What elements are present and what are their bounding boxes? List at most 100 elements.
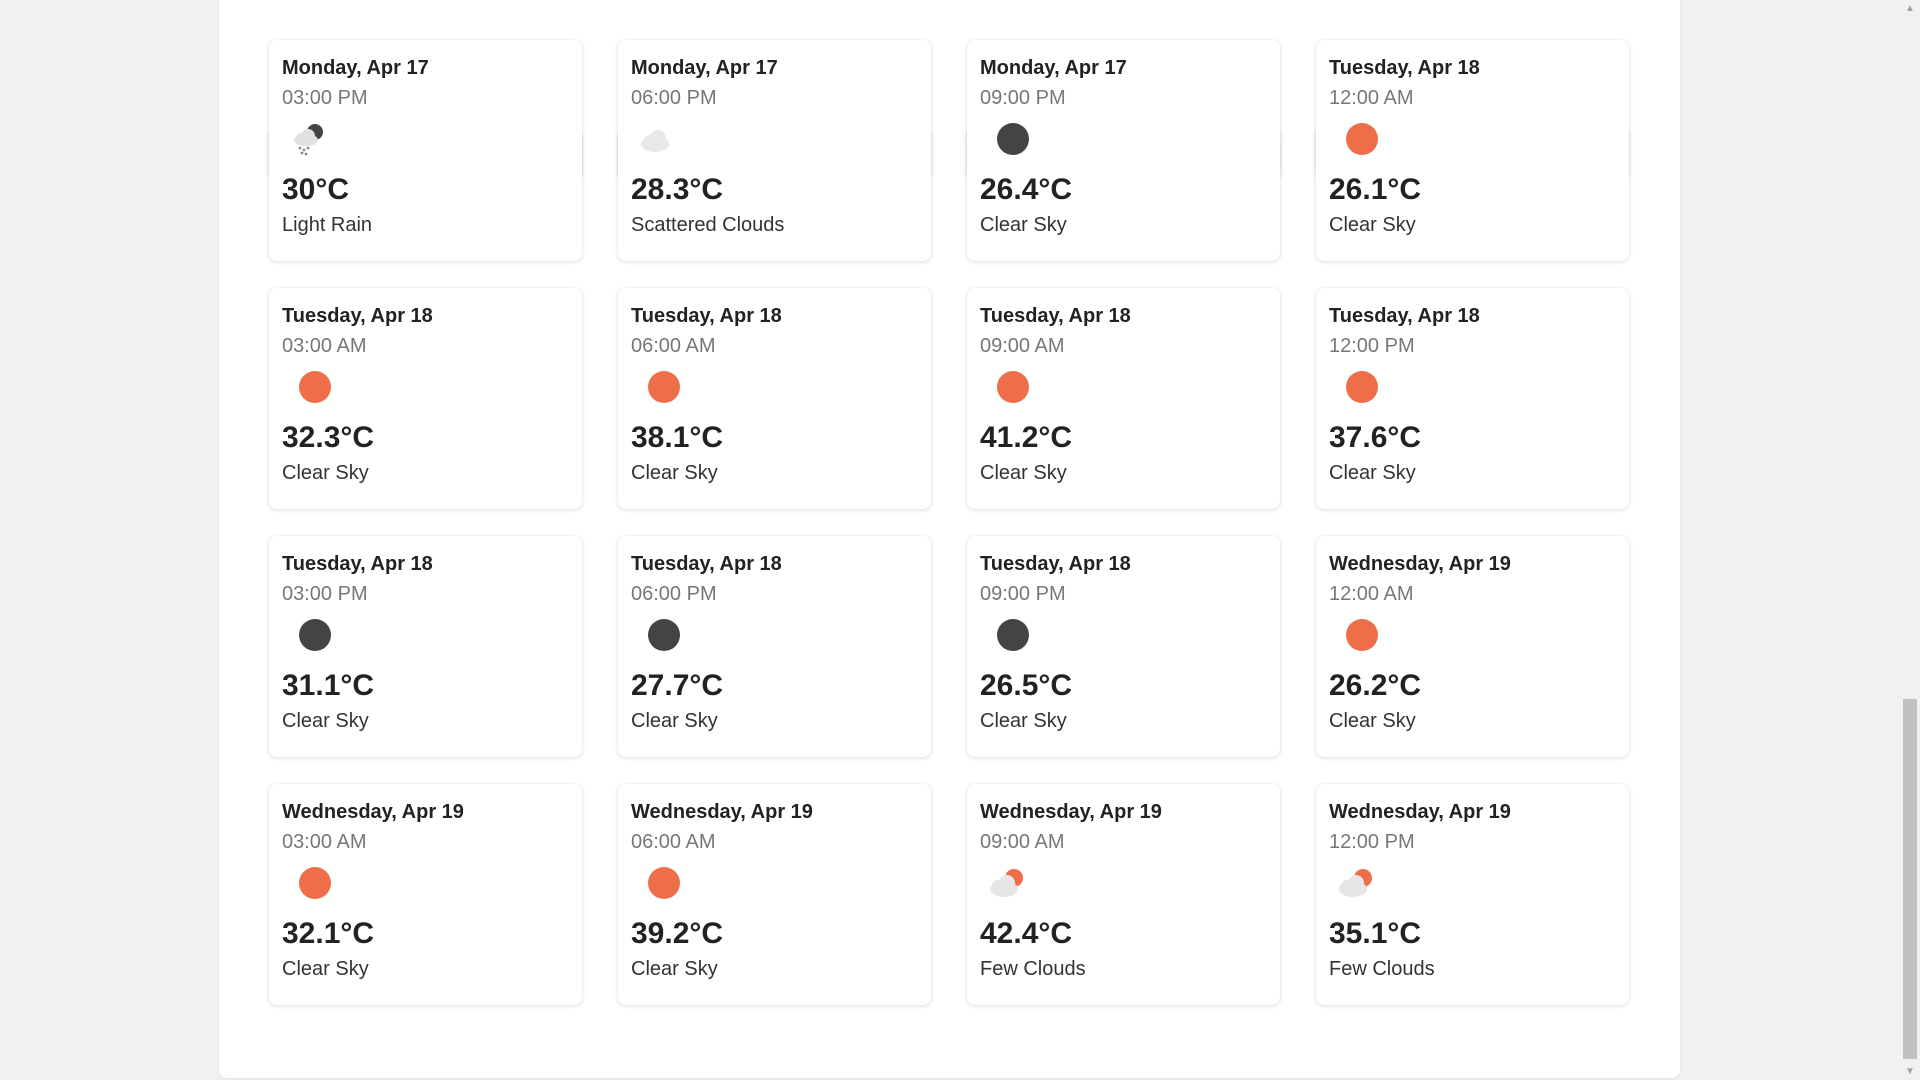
forecast-description: Scattered Clouds — [631, 214, 785, 236]
sun-icon — [648, 867, 680, 899]
forecast-date: Tuesday, Apr 18 — [282, 553, 433, 575]
forecast-date: Tuesday, Apr 18 — [631, 305, 782, 327]
weather-icon-container — [631, 362, 918, 412]
forecast-description: Few Clouds — [1329, 958, 1435, 980]
forecast-description: Few Clouds — [980, 958, 1086, 980]
forecast-temperature: 37.6°C — [1329, 421, 1422, 454]
forecast-date: Tuesday, Apr 18 — [282, 305, 433, 327]
forecast-description: Light Rain — [282, 214, 373, 236]
weather-icon-container — [980, 114, 1267, 164]
forecast-time: 09:00 AM — [980, 335, 1065, 357]
forecast-time: 12:00 AM — [1329, 583, 1414, 605]
forecast-description: Clear Sky — [631, 462, 718, 484]
forecast-temperature: 41.2°C — [980, 421, 1073, 454]
forecast-date: Monday, Apr 17 — [282, 57, 429, 79]
forecast-time: 09:00 AM — [980, 831, 1065, 853]
forecast-time: 03:00 PM — [282, 583, 368, 605]
moon-icon — [997, 123, 1029, 155]
forecast-description: Clear Sky — [631, 958, 718, 980]
forecast-date: Monday, Apr 17 — [980, 57, 1127, 79]
forecast-description: Clear Sky — [631, 710, 718, 732]
forecast-description: Clear Sky — [282, 462, 369, 484]
forecast-description: Clear Sky — [1329, 462, 1416, 484]
forecast-date: Wednesday, Apr 19 — [631, 801, 813, 823]
forecast-date: Wednesday, Apr 19 — [282, 801, 464, 823]
forecast-time: 03:00 PM — [282, 87, 368, 109]
forecast-description: Clear Sky — [980, 462, 1067, 484]
forecast-temperature: 42.4°C — [980, 917, 1073, 950]
forecast-temperature: 26.1°C — [1329, 173, 1422, 206]
forecast-date: Tuesday, Apr 18 — [980, 305, 1131, 327]
forecast-time: 03:00 AM — [282, 335, 367, 357]
forecast-temperature: 32.3°C — [282, 421, 375, 454]
scroll-thumb[interactable] — [1903, 699, 1917, 1059]
forecast-temperature: 26.2°C — [1329, 669, 1422, 702]
weather-icon-container — [282, 114, 569, 164]
forecast-temperature: 35.1°C — [1329, 917, 1422, 950]
weather-icon-container — [631, 114, 918, 164]
forecast-card: Wednesday, Apr 19 12:00 AM 26.2°C Clear Sky — [1316, 536, 1629, 757]
forecast-temperature: 32.1°C — [282, 917, 375, 950]
forecast-card: Wednesday, Apr 19 03:00 AM 32.1°C Clear Sky — [269, 784, 582, 1005]
sun-icon — [299, 371, 331, 403]
forecast-cards: Monday, Apr 17 03:00 PM 30°C Light Rain Mond… — [269, 40, 1629, 1005]
forecast-time: 06:00 PM — [631, 583, 717, 605]
forecast-card: Tuesday, Apr 18 12:00 PM 37.6°C Clear Sky — [1316, 288, 1629, 509]
rain-icon — [294, 124, 323, 156]
forecast-date: Tuesday, Apr 18 — [1329, 305, 1480, 327]
forecast-card: Tuesday, Apr 18 09:00 AM 41.2°C Clear Sky — [967, 288, 1280, 509]
forecast-temperature: 27.7°C — [631, 669, 724, 702]
moon-icon — [997, 619, 1029, 651]
forecast-temperature: 30°C — [282, 173, 350, 206]
sun-icon — [299, 867, 331, 899]
forecast-temperature: 26.4°C — [980, 173, 1073, 206]
weather-icon-container — [282, 362, 569, 412]
forecast-card: Tuesday, Apr 18 03:00 PM 31.1°C Clear Sky — [269, 536, 582, 757]
weather-icon-container — [1329, 114, 1616, 164]
few-clouds-icon — [990, 869, 1023, 897]
weather-icon-container — [631, 858, 918, 908]
sun-icon — [1346, 619, 1378, 651]
forecast-time: 12:00 AM — [1329, 87, 1414, 109]
vertical-scrollbar[interactable]: ▲ ▼ — [1900, 0, 1920, 1080]
forecast-description: Clear Sky — [980, 214, 1067, 236]
forecast-card: Tuesday, Apr 18 06:00 PM 27.7°C Clear Sky — [618, 536, 931, 757]
weather-icon-container — [1329, 858, 1616, 908]
forecast-card: Monday, Apr 17 09:00 PM 26.4°C Clear Sky — [967, 40, 1280, 261]
moon-icon — [648, 619, 680, 651]
forecast-card: Monday, Apr 17 03:00 PM 30°C Light Rain — [269, 40, 582, 261]
forecast-description: Clear Sky — [282, 710, 369, 732]
forecast-time: 06:00 AM — [631, 831, 716, 853]
forecast-time: 06:00 AM — [631, 335, 716, 357]
forecast-time: 09:00 PM — [980, 583, 1066, 605]
sun-icon — [1346, 123, 1378, 155]
forecast-date: Wednesday, Apr 19 — [980, 801, 1162, 823]
scroll-down-arrow-icon[interactable]: ▼ — [1900, 1063, 1920, 1080]
forecast-description: Clear Sky — [980, 710, 1067, 732]
forecast-card: Tuesday, Apr 18 06:00 AM 38.1°C Clear Sky — [618, 288, 931, 509]
weather-icon-container — [1329, 362, 1616, 412]
forecast-time: 12:00 PM — [1329, 831, 1415, 853]
forecast-temperature: 39.2°C — [631, 917, 724, 950]
cloud-icon — [641, 130, 669, 152]
moon-icon — [299, 619, 331, 651]
sun-icon — [1346, 371, 1378, 403]
forecast-description: Clear Sky — [282, 958, 369, 980]
weather-icon-container — [282, 858, 569, 908]
forecast-temperature: 28.3°C — [631, 173, 724, 206]
forecast-card: Tuesday, Apr 18 03:00 AM 32.3°C Clear Sky — [269, 288, 582, 509]
weather-icon-container — [980, 610, 1267, 660]
scroll-up-arrow-icon[interactable]: ▲ — [1900, 0, 1920, 17]
weather-icon-container — [282, 610, 569, 660]
forecast-date: Monday, Apr 17 — [631, 57, 778, 79]
forecast-description: Clear Sky — [1329, 214, 1416, 236]
forecast-time: 09:00 PM — [980, 87, 1066, 109]
forecast-time: 12:00 PM — [1329, 335, 1415, 357]
forecast-temperature: 26.5°C — [980, 669, 1073, 702]
forecast-temperature: 31.1°C — [282, 669, 375, 702]
weather-icon-container — [631, 610, 918, 660]
weather-icon-container — [1329, 610, 1616, 660]
forecast-description: Clear Sky — [1329, 710, 1416, 732]
forecast-date: Tuesday, Apr 18 — [631, 553, 782, 575]
forecast-time: 06:00 PM — [631, 87, 717, 109]
